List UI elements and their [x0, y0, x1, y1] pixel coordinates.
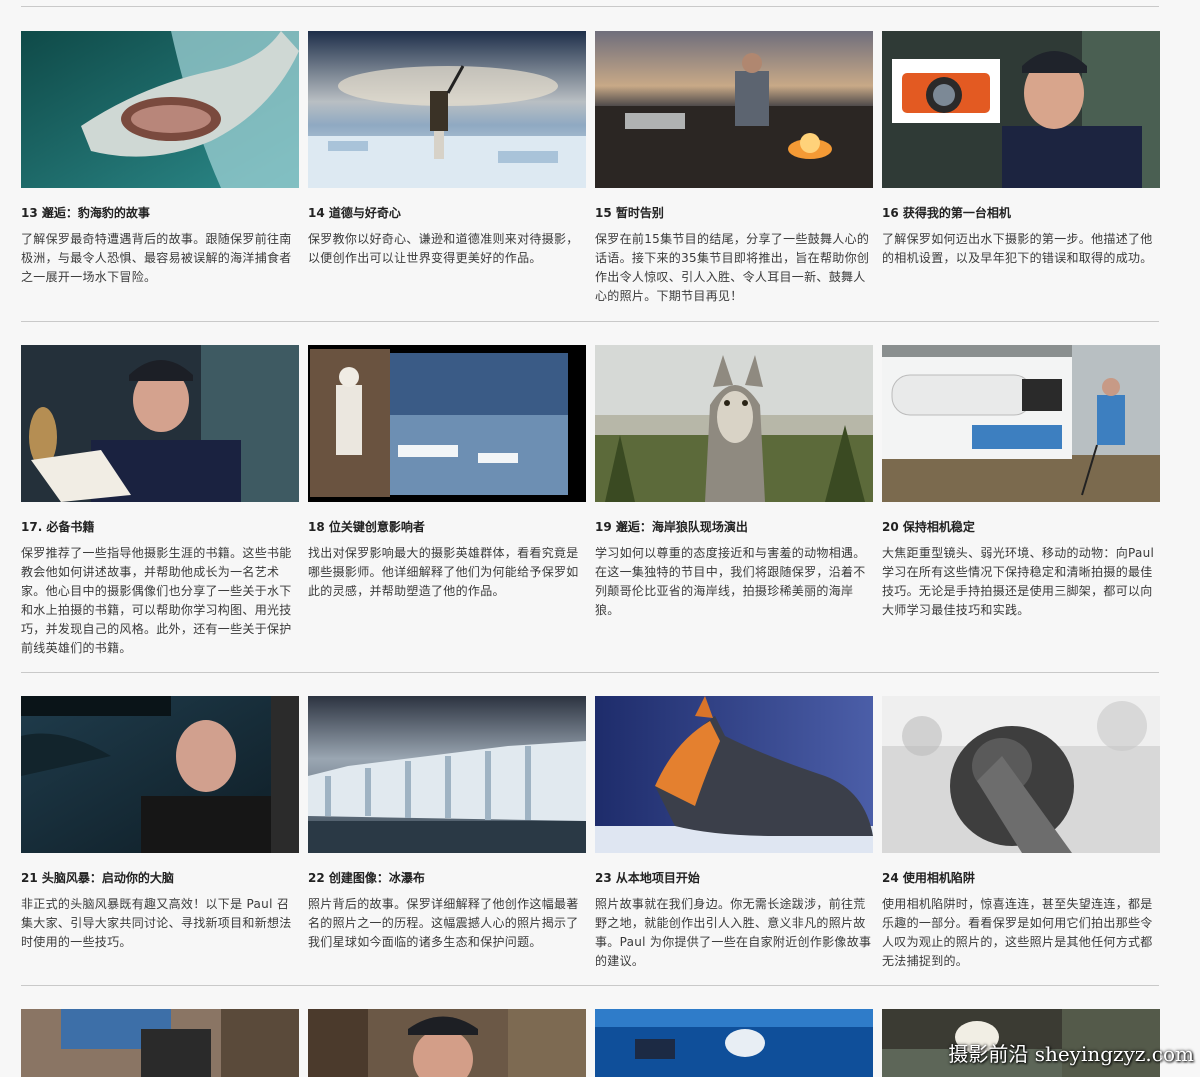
- episode-card-14[interactable]: 14 道德与好奇心 保罗教你以好奇心、谦逊和道德准则来对待摄影，以便创作出可以让…: [308, 31, 586, 268]
- episode-card-19[interactable]: 19 邂逅：海岸狼队现场演出 学习如何以尊重的态度接近和与害羞的动物相遇。在这一…: [595, 345, 873, 620]
- divider: [21, 672, 1159, 673]
- episode-title[interactable]: 24 使用相机陷阱: [882, 870, 1160, 886]
- episode-description: 保罗推荐了一些指导他摄影生涯的书籍。这些书能教会他如何讲述故事，并帮助他成长为一…: [21, 546, 292, 655]
- episode-card-15[interactable]: 15 暂时告别 保罗在前15集节目的结尾，分享了一些鼓舞人心的话语。接下来的35…: [595, 31, 873, 306]
- campfire-thumbnail[interactable]: [595, 31, 873, 188]
- episode-description: 了解保罗最奇特遭遇背后的故事。跟随保罗前往南极洲，与最令人恐惧、最容易被误解的海…: [21, 232, 292, 284]
- creative-influencers-thumbnail[interactable]: [308, 345, 586, 502]
- episode-card-26[interactable]: [308, 1009, 586, 1077]
- episode-card-23[interactable]: 23 从本地项目开始 照片故事就在我们身边。你无需长途跋涉，前往荒野之地，就能创…: [595, 696, 873, 971]
- episode-card-25[interactable]: [21, 1009, 299, 1077]
- episode-description: 学习如何以尊重的态度接近和与害羞的动物相遇。在这一集独特的节目中，我们将跟随保罗…: [595, 546, 866, 617]
- studio-portrait-thumbnail[interactable]: [308, 1009, 586, 1077]
- divider: [21, 321, 1159, 322]
- gear-setup-thumbnail[interactable]: [21, 1009, 299, 1077]
- episode-card-17[interactable]: 17. 必备书籍 保罗推荐了一些指导他摄影生涯的书籍。这些书能教会他如何讲述故事…: [21, 345, 299, 658]
- episode-description: 保罗在前15集节目的结尾，分享了一些鼓舞人心的话语。接下来的35集节目即将推出，…: [595, 232, 870, 303]
- leopard-seal-thumbnail[interactable]: [21, 31, 299, 188]
- episode-title[interactable]: 17. 必备书籍: [21, 519, 299, 535]
- episode-description: 大焦距重型镜头、弱光环境、移动的动物：向Paul学习在所有这些情况下保持稳定和清…: [882, 546, 1155, 617]
- site-watermark: 摄影前沿 sheyingzyz.com: [948, 1042, 1194, 1066]
- episode-card-24[interactable]: 24 使用相机陷阱 使用相机陷阱时，惊喜连连，甚至失望连连，都是乐趣的一部分。看…: [882, 696, 1160, 971]
- episode-title[interactable]: 14 道德与好奇心: [308, 205, 586, 221]
- episode-card-20[interactable]: 20 保持相机稳定 大焦距重型镜头、弱光环境、移动的动物：向Paul学习在所有这…: [882, 345, 1160, 620]
- episode-title[interactable]: 15 暂时告别: [595, 205, 873, 221]
- divider: [21, 6, 1159, 7]
- episode-description: 照片背后的故事。保罗详细解释了他创作这幅最著名的照片之一的历程。这幅震撼人心的照…: [308, 897, 579, 949]
- episode-description: 使用相机陷阱时，惊喜连连，甚至失望连连，都是乐趣的一部分。看看保罗是如何用它们拍…: [882, 897, 1153, 968]
- reading-books-thumbnail[interactable]: [21, 345, 299, 502]
- episode-title[interactable]: 21 头脑风暴：启动你的大脑: [21, 870, 299, 886]
- episode-description: 非正式的头脑风暴既有趣又高效！以下是 Paul 召集大家、引导大家共同讨论、寻找…: [21, 897, 292, 949]
- episode-title[interactable]: 19 邂逅：海岸狼队现场演出: [595, 519, 873, 535]
- camera-trap-thumbnail[interactable]: [882, 696, 1160, 853]
- episode-title[interactable]: 23 从本地项目开始: [595, 870, 873, 886]
- first-camera-thumbnail[interactable]: [882, 31, 1160, 188]
- coastal-wolf-thumbnail[interactable]: [595, 345, 873, 502]
- divider: [21, 985, 1159, 986]
- fox-thumbnail[interactable]: [595, 696, 873, 853]
- episode-card-16[interactable]: 16 获得我的第一台相机 了解保罗如何迈出水下摄影的第一步。他描述了他的相机设置…: [882, 31, 1160, 268]
- episode-title[interactable]: 20 保持相机稳定: [882, 519, 1160, 535]
- episode-card-22[interactable]: 22 创建图像：冰瀑布 照片背后的故事。保罗详细解释了他创作这幅最著名的照片之一…: [308, 696, 586, 952]
- ice-waterfall-thumbnail[interactable]: [308, 696, 586, 853]
- underwater-thumbnail[interactable]: [595, 1009, 873, 1077]
- episode-card-13[interactable]: 13 邂逅：豹海豹的故事 了解保罗最奇特遭遇背后的故事。跟随保罗前往南极洲，与最…: [21, 31, 299, 287]
- episode-description: 照片故事就在我们身边。你无需长途跋涉，前往荒野之地，就能创作出引人入胜、意义非凡…: [595, 897, 872, 968]
- episode-card-27[interactable]: [595, 1009, 873, 1077]
- episode-description: 保罗教你以好奇心、谦逊和道德准则来对待摄影，以便创作出可以让世界变得更美好的作品…: [308, 232, 579, 265]
- ice-hunter-thumbnail[interactable]: [308, 31, 586, 188]
- episode-title[interactable]: 16 获得我的第一台相机: [882, 205, 1160, 221]
- episode-description: 了解保罗如何迈出水下摄影的第一步。他描述了他的相机设置，以及早年犯下的错误和取得…: [882, 232, 1153, 265]
- episode-description: 找出对保罗影响最大的摄影英雄群体，看看究竟是哪些摄影师。他详细解释了他们为何能给…: [308, 546, 579, 598]
- episode-title[interactable]: 18 位关键创意影响者: [308, 519, 586, 535]
- episode-card-21[interactable]: 21 头脑风暴：启动你的大脑 非正式的头脑风暴既有趣又高效！以下是 Paul 召…: [21, 696, 299, 952]
- episode-title[interactable]: 13 邂逅：豹海豹的故事: [21, 205, 299, 221]
- stable-camera-thumbnail[interactable]: [882, 345, 1160, 502]
- episode-card-18[interactable]: 18 位关键创意影响者 找出对保罗影响最大的摄影英雄群体，看看究竟是哪些摄影师。…: [308, 345, 586, 601]
- episode-title[interactable]: 22 创建图像：冰瀑布: [308, 870, 586, 886]
- brainstorm-thumbnail[interactable]: [21, 696, 299, 853]
